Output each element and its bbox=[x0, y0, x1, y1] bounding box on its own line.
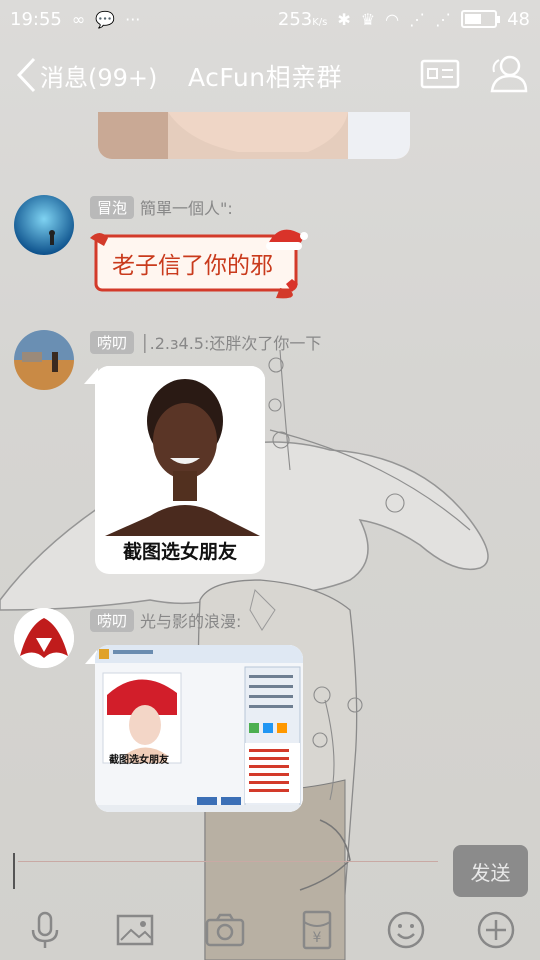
title-bar: 消息(99+) AcFun相亲群 bbox=[0, 38, 540, 112]
status-time: 19:55 bbox=[10, 8, 62, 30]
image-icon[interactable] bbox=[115, 910, 155, 950]
plus-icon[interactable] bbox=[476, 910, 516, 950]
member-badge: 唠叨 bbox=[90, 330, 135, 354]
network-speed: 253K/s bbox=[277, 8, 328, 30]
member-badge: 唠叨 bbox=[90, 608, 135, 632]
screenshot-image bbox=[95, 645, 303, 812]
member-badge: 冒泡 bbox=[90, 195, 135, 219]
signal2-icon: ⋰ bbox=[435, 9, 452, 29]
crown-icon: ♛ bbox=[360, 9, 376, 29]
sticker-text: 老子信了你的邪 bbox=[112, 253, 273, 279]
red-packet-icon[interactable]: ¥ bbox=[297, 910, 337, 950]
image-message[interactable]: 截图选女朋友 bbox=[95, 366, 265, 574]
photo-woman bbox=[95, 366, 265, 536]
image-caption: 截图选女朋友 bbox=[122, 541, 237, 563]
sender-line: 唠叨 │.2.з4.5:还胖次了你一下 bbox=[90, 330, 321, 354]
sender-name: 簡單一個人": bbox=[140, 199, 233, 218]
avatar[interactable] bbox=[14, 330, 74, 390]
sender-line: 冒泡 簡單一個人": bbox=[90, 195, 233, 219]
avatar[interactable] bbox=[14, 195, 74, 255]
back-button[interactable]: 消息(99+) bbox=[14, 56, 157, 94]
microphone-icon[interactable] bbox=[25, 910, 65, 950]
bluetooth-icon: ✱ bbox=[337, 9, 351, 29]
infinity-icon: ∞ bbox=[71, 9, 86, 29]
emoji-icon[interactable] bbox=[386, 910, 426, 950]
signal-icon: ⋰ bbox=[409, 9, 426, 29]
chevron-left-icon bbox=[16, 57, 36, 93]
camera-icon[interactable] bbox=[205, 910, 245, 950]
avatar[interactable] bbox=[14, 608, 74, 668]
battery-level: 48 bbox=[507, 8, 530, 30]
chat-title: AcFun相亲群 bbox=[188, 63, 343, 92]
back-label: 消息(99+) bbox=[40, 63, 158, 92]
wifi-icon: ◠ bbox=[385, 9, 400, 29]
text-cursor bbox=[13, 853, 15, 889]
svg-text:¥: ¥ bbox=[313, 930, 322, 946]
screenshot-message[interactable]: 截图选女朋友 bbox=[95, 645, 303, 812]
sender-name: 光与影的浪漫: bbox=[140, 612, 242, 631]
message-input[interactable] bbox=[18, 861, 438, 862]
image-caption: 截图选女朋友 bbox=[109, 755, 169, 766]
sticker-message[interactable]: 老子信了你的邪 bbox=[90, 226, 308, 300]
image-message-partial[interactable] bbox=[98, 112, 410, 159]
more-icon: ··· bbox=[125, 9, 141, 29]
group-members-icon[interactable] bbox=[486, 54, 528, 94]
chat-app-icon: 💬 bbox=[95, 9, 116, 29]
send-button[interactable]: 发送 bbox=[453, 845, 528, 897]
status-bar: 19:55 ∞ 💬 ··· 253K/s ✱ ♛ ◠ ⋰ ⋰ 48 bbox=[0, 0, 540, 38]
group-card-icon[interactable] bbox=[420, 58, 460, 90]
sender-line: 唠叨 光与影的浪漫: bbox=[90, 608, 241, 632]
battery-icon bbox=[461, 10, 501, 28]
input-toolbar: ¥ bbox=[0, 900, 540, 960]
sender-name: │.2.з4.5:还胖次了你一下 bbox=[140, 334, 322, 353]
